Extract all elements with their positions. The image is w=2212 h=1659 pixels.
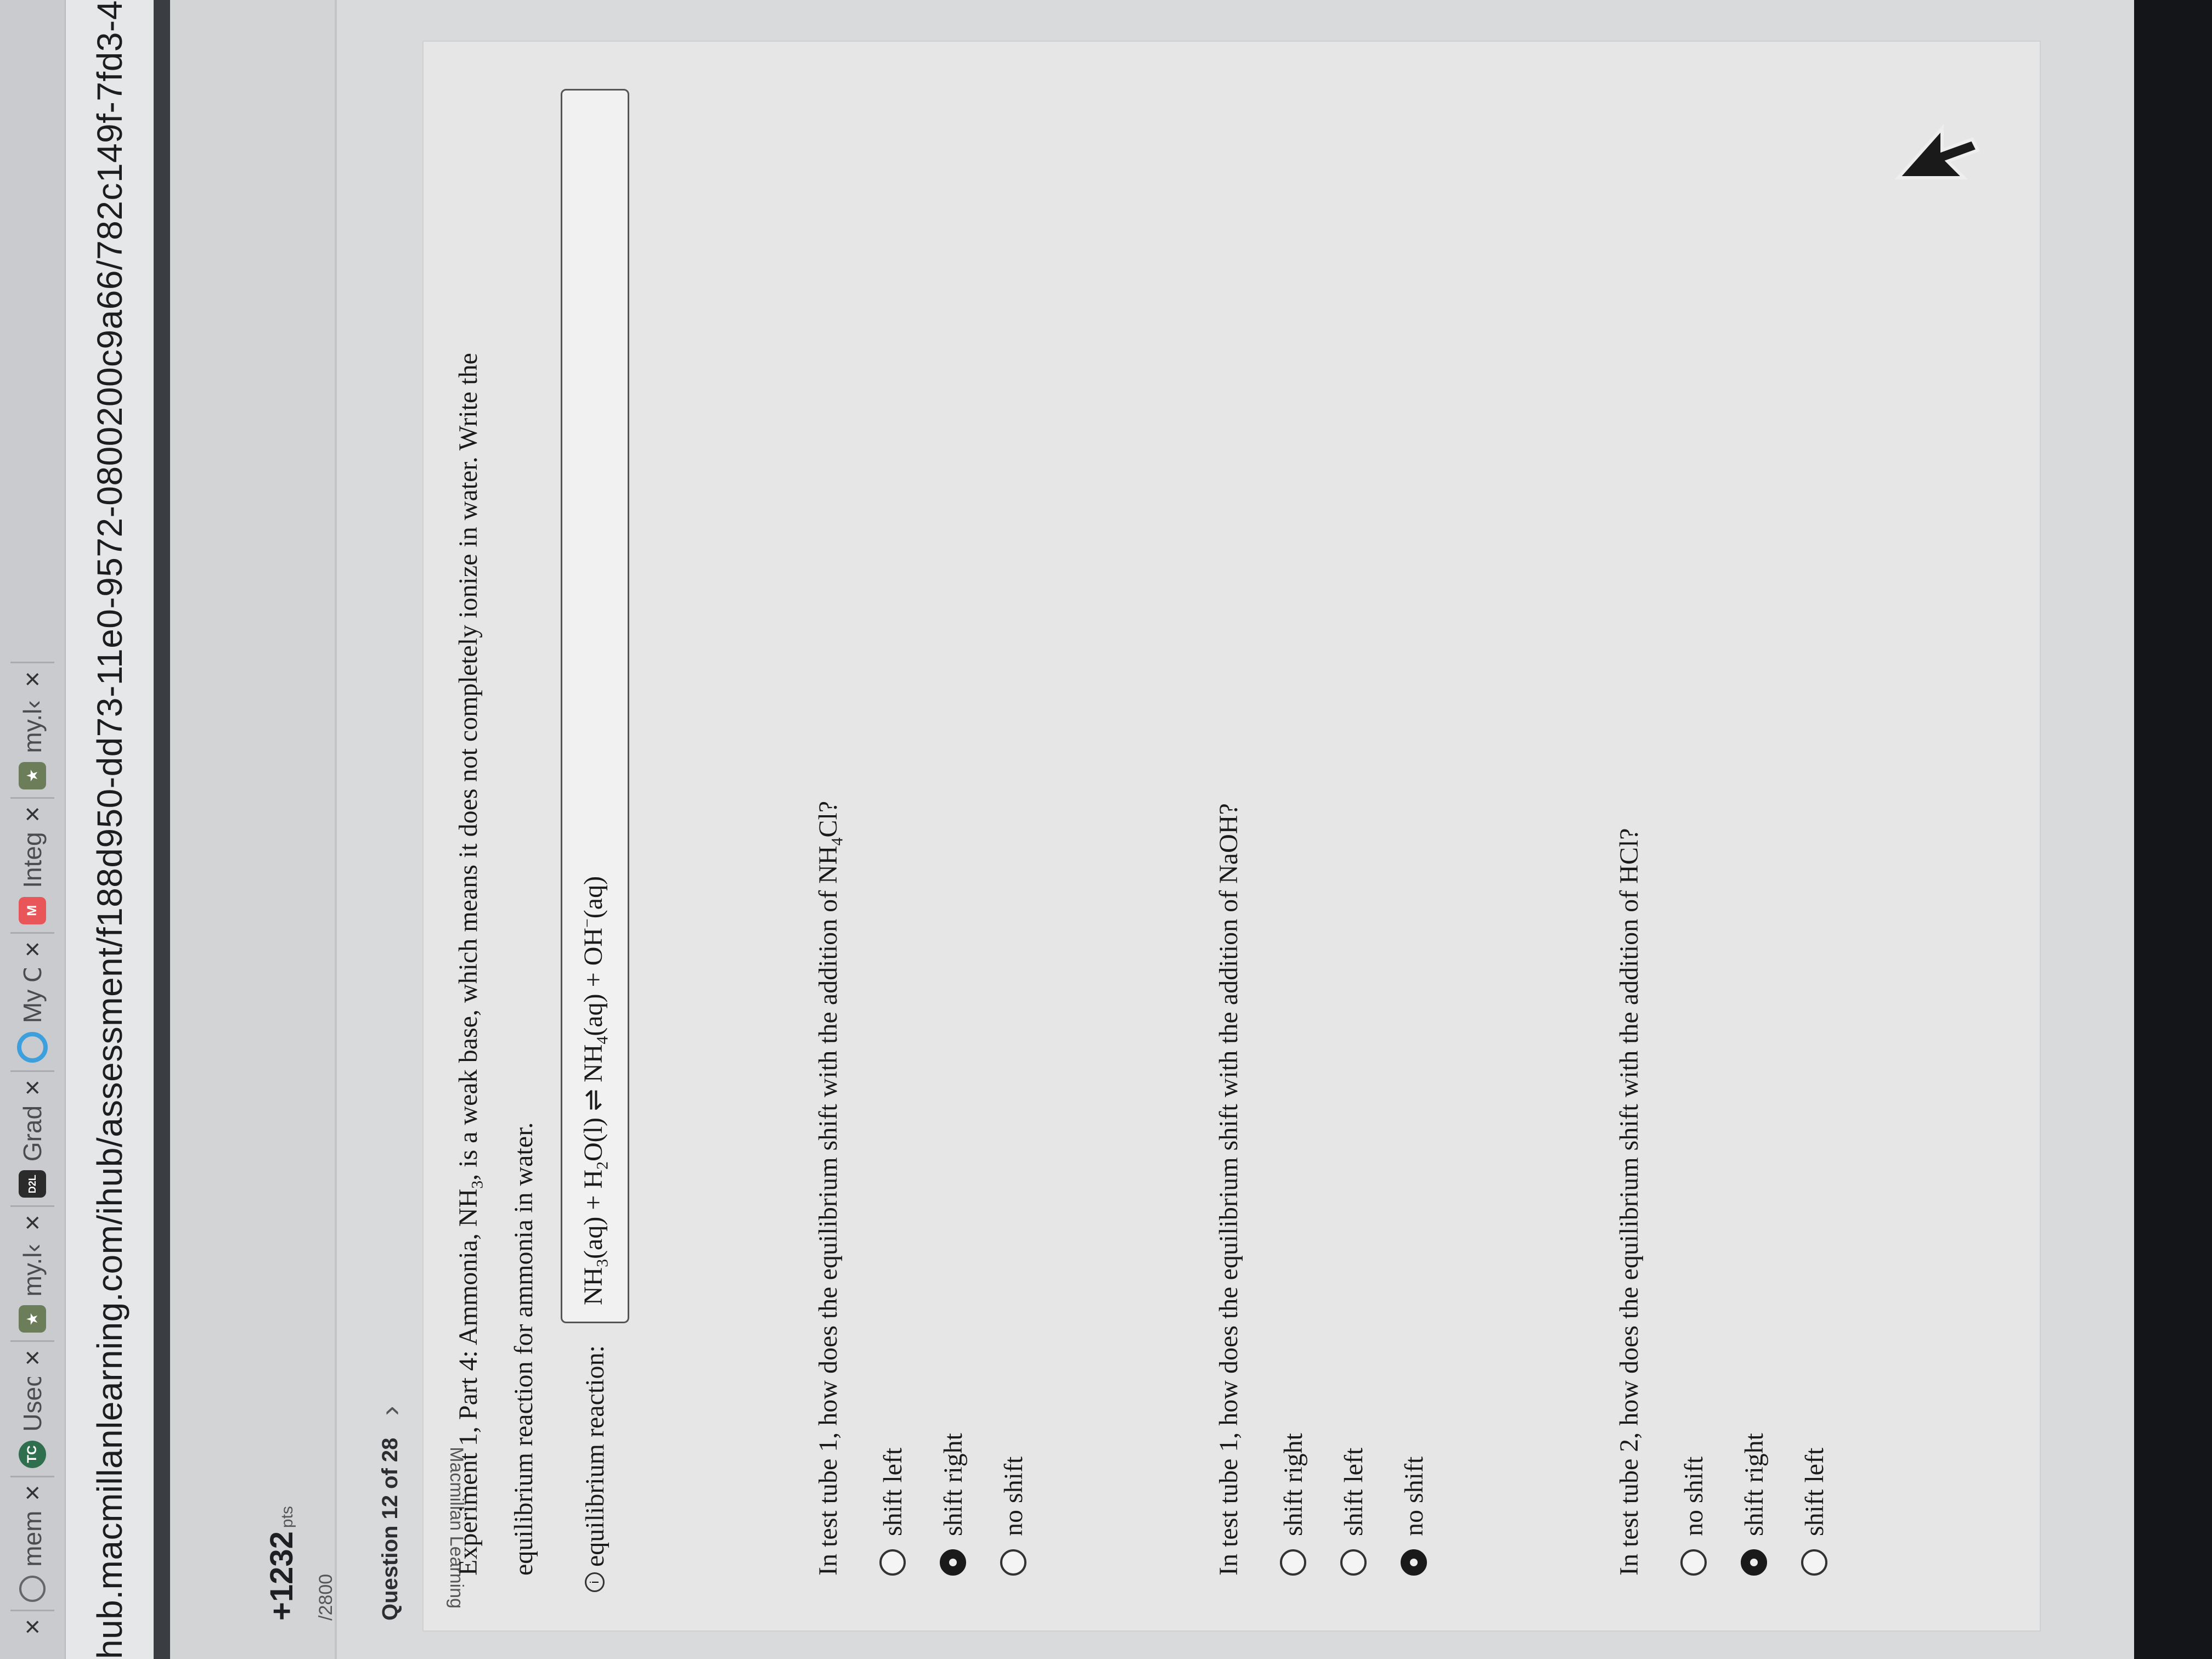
equilibrium-label: equilibrium reaction: [580,1345,610,1567]
mouse-pointer-icon [1894,124,1980,179]
radio-button[interactable] [879,1549,906,1576]
question-prompt-1: In test tube 1, how does the equilibrium… [814,800,847,1576]
radio-button[interactable] [1000,1549,1026,1576]
radio-button-selected[interactable] [940,1549,966,1576]
tab-mem[interactable]: mem × [10,1475,54,1610]
tab-myl-2[interactable]: ★ my.l‹ × [10,662,54,797]
score-display: +1232 pts [263,1506,300,1621]
assessment-header [170,0,335,1659]
option-no-shift[interactable]: no shift [1384,1433,1444,1576]
close-icon[interactable]: × [16,1080,48,1096]
close-icon[interactable]: × [16,941,48,957]
question-prompt-2: In test tube 1, how does the equilibrium… [1214,803,1243,1576]
option-shift-right[interactable]: shift right [923,1433,983,1576]
close-icon[interactable]: × [16,1350,48,1365]
equilibrium-answer-box[interactable]: NH3(aq) + H2O(l) ⇌ NH4(aq) + OH−(aq) [561,89,629,1324]
tab-close-partial[interactable]: × [10,1609,54,1654]
radio-button[interactable] [1801,1549,1827,1576]
tab-title: Grad [18,1107,47,1162]
m-favicon-icon: M [19,896,46,924]
tab-bar: × mem × TC Usec × ★ my.l‹ × D2L Grad × M… [0,0,66,1659]
tab-grad[interactable]: D2L Grad × [10,1070,54,1206]
tab-myc[interactable]: My C × [10,932,54,1070]
circle-favicon-icon [19,1575,46,1602]
option-shift-right[interactable]: shift right [1263,1433,1323,1576]
radio-button[interactable] [1680,1549,1707,1576]
close-icon[interactable]: × [16,1619,48,1635]
option-shift-left[interactable]: shift left [1784,1433,1844,1576]
tab-integ[interactable]: M Integ × [10,797,54,932]
toolbar-divider [154,0,170,1659]
radio-button-selected[interactable] [1741,1549,1767,1576]
option-no-shift[interactable]: no shift [1663,1433,1724,1576]
option-shift-left[interactable]: shift left [862,1433,923,1576]
option-shift-left[interactable]: shift left [1323,1433,1384,1576]
option-no-shift[interactable]: no shift [983,1433,1043,1576]
close-icon[interactable]: × [16,671,48,687]
score-points: +1232 [264,1531,300,1621]
screen: × mem × TC Usec × ★ my.l‹ × D2L Grad × M… [0,0,2212,1659]
tab-myl-1[interactable]: ★ my.l‹ × [10,1205,54,1341]
tab-title: Usec [18,1376,47,1432]
tab-title: my.l‹ [18,1244,47,1297]
options-group-3: no shift shift right shift left [1663,1433,1844,1576]
radio-button[interactable] [1340,1549,1367,1576]
star-favicon-icon: ★ [19,761,46,789]
tab-title: mem [18,1511,47,1567]
radio-button[interactable] [1280,1549,1306,1576]
equilibrium-arrow-icon: ⇌ [579,1088,608,1111]
close-icon[interactable]: × [16,806,48,822]
screen-bezel [2134,0,2212,1659]
tab-title: My C [18,968,47,1023]
question-intro: Experiment 1, Part 4: Ammonia, NH3, is a… [454,353,538,1576]
close-icon[interactable]: × [16,1485,48,1501]
radio-button-selected[interactable] [1401,1549,1427,1576]
chevron-right-icon[interactable]: › [373,1406,407,1416]
tab-title: my.l‹ [18,700,47,753]
option-shift-right[interactable]: shift right [1724,1433,1784,1576]
options-group-1: shift left shift right no shift [862,1433,1043,1576]
tc-favicon-icon: TC [19,1440,46,1468]
tab-title: Integ [18,833,47,888]
question-panel: Macmillan Learning Experiment 1, Part 4:… [422,41,2041,1632]
equilibrium-row: i equilibrium reaction: NH3(aq) + H2O(l)… [561,89,629,1592]
close-icon[interactable]: × [16,1215,48,1231]
header-divider [335,0,337,1659]
question-nav[interactable]: Question 12 of 28 › [373,1406,407,1621]
address-bar[interactable]: hub.macmillanlearning.com/ihub/assessmen… [66,0,154,1659]
question-prompt-3: In test tube 2, how does the equilibrium… [1615,828,1644,1576]
question-counter[interactable]: Question 12 of 28 [378,1438,403,1621]
options-group-2: shift right shift left no shift [1263,1433,1444,1576]
score-total: /2800 [315,1573,336,1621]
score-unit: pts [278,1506,296,1528]
info-icon[interactable]: i [585,1572,605,1592]
d2l-favicon-icon: D2L [19,1170,46,1198]
ring-favicon-icon [17,1031,48,1063]
tab-usec[interactable]: TC Usec × [10,1340,54,1476]
star-favicon-icon: ★ [19,1305,46,1333]
url-text[interactable]: hub.macmillanlearning.com/ihub/assessmen… [89,0,130,1659]
